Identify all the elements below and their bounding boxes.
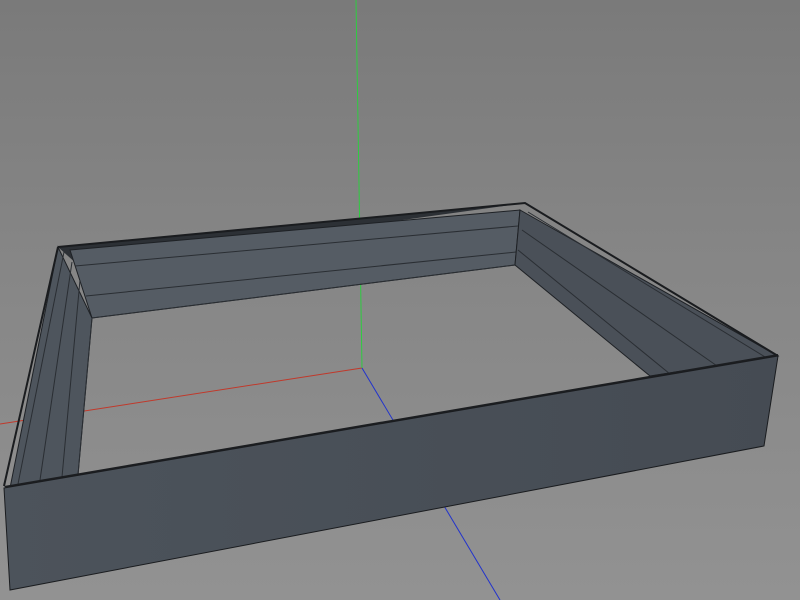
frame-right-inner-wall (514, 209, 780, 377)
y-axis-line (355, 0, 363, 369)
viewport-canvas[interactable] (0, 0, 800, 600)
frame-front-outer-face (3, 355, 779, 591)
3d-viewport[interactable] (0, 0, 800, 600)
frame-object[interactable] (3, 201, 800, 591)
